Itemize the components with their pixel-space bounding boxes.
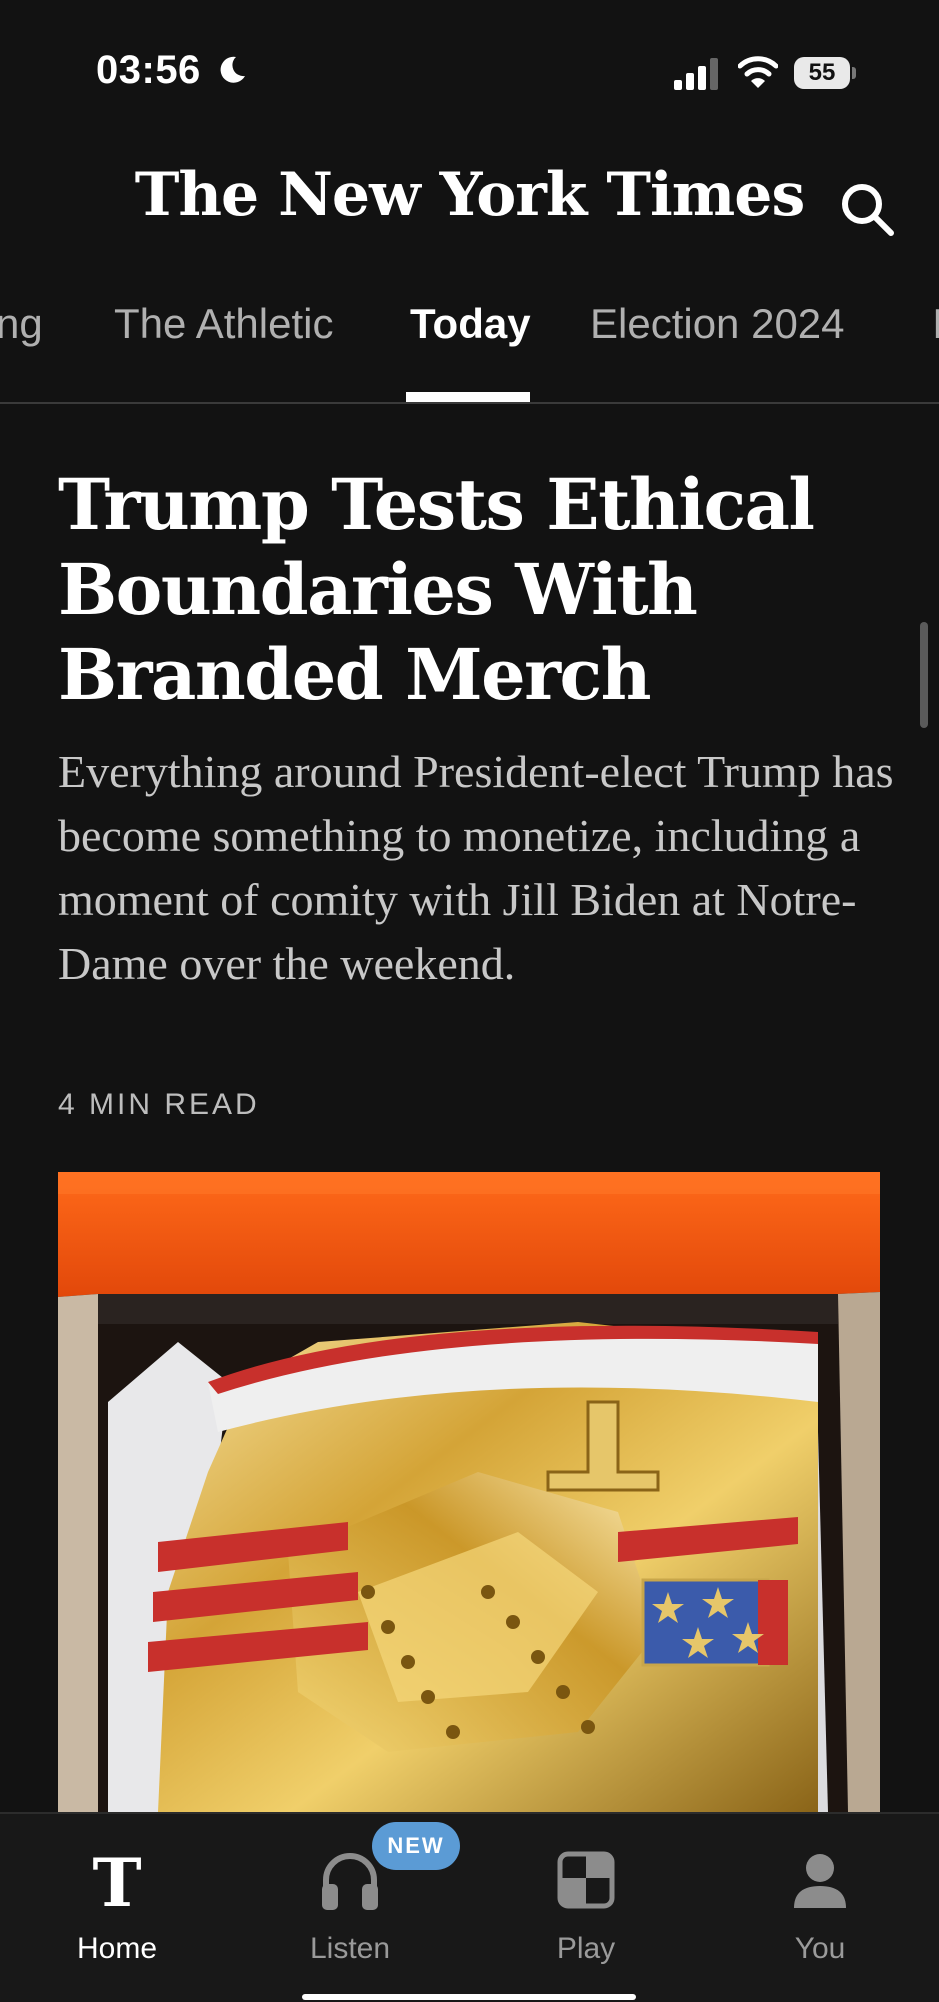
nav-home[interactable]: T Home [27,1834,207,1974]
headphones-icon [322,1853,378,1910]
nyt-logo[interactable]: The New York Times [0,160,939,230]
tab-today[interactable]: Today [410,300,531,348]
status-bar: 03:56 55 [0,0,939,150]
article-summary[interactable]: Everything around President-elect Trump … [58,740,898,996]
article-image[interactable] [58,1172,880,1812]
person-icon [794,1854,846,1908]
article-headline[interactable]: Trump Tests Ethical Boundaries With Bran… [58,462,898,717]
nav-listen-label: Listen [309,1932,391,1965]
battery-icon: 55 [794,57,856,89]
active-tab-indicator [406,392,530,402]
nav-you[interactable]: You [730,1834,910,1974]
scroll-indicator[interactable] [920,622,928,728]
wifi-icon [738,56,778,88]
battery-level: 55 [794,57,850,89]
status-time: 03:56 [96,48,201,92]
svg-text:T: T [92,1848,141,1914]
masthead: The New York Times [0,150,939,260]
nav-play-label: Play [556,1932,616,1965]
read-time: 4 MIN READ [58,1088,260,1121]
section-tabs: ng The Athletic Today Election 2024 I [0,290,939,404]
nyt-t-logo-icon: T [92,1848,141,1914]
nav-you-label: You [794,1932,846,1965]
moon-icon [220,56,245,83]
nav-home-label: Home [76,1932,158,1965]
tab-partial-left[interactable]: ng [0,300,43,348]
nav-play[interactable]: Play [496,1834,676,1974]
tab-partial-right[interactable]: I [932,300,939,348]
tab-election-2024[interactable]: Election 2024 [590,300,845,348]
gold-sneaker-image [58,1172,880,1812]
tab-the-athletic[interactable]: The Athletic [114,300,333,348]
search-icon[interactable] [838,180,896,238]
bottom-nav: T Home Listen Play You [0,1812,939,2002]
new-badge: NEW [372,1822,460,1870]
home-indicator[interactable] [302,1994,636,2000]
games-grid-icon [557,1851,615,1909]
cellular-signal-icon [674,58,718,90]
